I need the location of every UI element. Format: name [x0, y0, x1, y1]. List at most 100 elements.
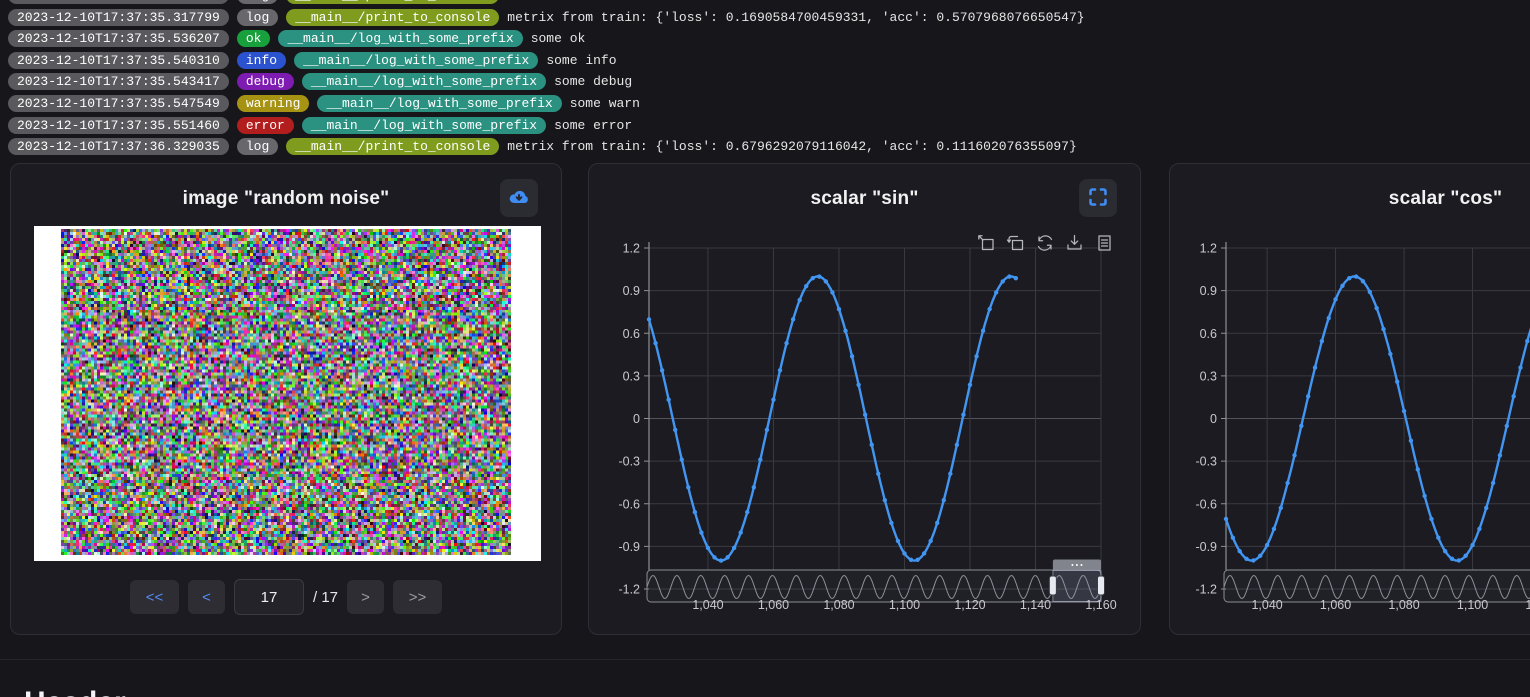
log-row: 2023-12-10T17:37:35.551460error__main__/… — [8, 117, 632, 134]
noise-image — [61, 229, 511, 555]
y-tick-label: 0.3 — [623, 369, 640, 383]
y-tick-label: 0 — [633, 412, 640, 426]
series-point — [1491, 481, 1495, 485]
last-page-button[interactable]: >> — [393, 580, 442, 614]
series-point — [1409, 439, 1413, 443]
series-point — [1251, 558, 1255, 562]
series-point — [666, 397, 670, 401]
series-point — [1306, 394, 1310, 398]
series-point — [1477, 527, 1481, 531]
series-point — [1224, 517, 1228, 521]
x-tick-label: 1,160 — [1085, 598, 1116, 612]
y-tick-label: 0.6 — [623, 327, 640, 341]
series-point — [653, 341, 657, 345]
save-image-icon[interactable] — [1068, 236, 1081, 250]
y-tick-label: 0 — [1210, 412, 1217, 426]
series-point — [1422, 494, 1426, 498]
series-point — [922, 551, 926, 555]
series-point — [1388, 352, 1392, 356]
page-root: 2023-12-10T17:37:35.317799 log __main__/pr… — [0, 0, 1530, 697]
x-tick-label: 1,040 — [1251, 598, 1282, 612]
log-row-clipped: 2023-12-10T17:37:35.317799log__main__/pr… — [8, 0, 499, 4]
series-point — [699, 530, 703, 534]
series-point — [942, 498, 946, 502]
x-tick-label: 1,120 — [954, 598, 985, 612]
series-point — [870, 443, 874, 447]
first-page-button[interactable]: << — [130, 580, 179, 614]
series-point — [1272, 527, 1276, 531]
series-point — [758, 457, 762, 461]
datazoom-handle-right[interactable] — [1098, 576, 1105, 595]
series-point — [909, 558, 913, 562]
series-point — [1279, 506, 1283, 510]
series-point — [1511, 394, 1515, 398]
cos-chart-panel: 1.20.90.60.30-0.3-0.6-0.9-1.21,0401,0601… — [1169, 163, 1530, 635]
level-badge: info — [237, 52, 286, 69]
cos-panel-title: scalar "cos" — [1170, 188, 1530, 210]
series-point — [1470, 543, 1474, 547]
zoom-select-icon[interactable] — [979, 236, 993, 250]
log-row: 2023-12-10T17:37:35.536207ok__main__/log… — [8, 30, 585, 47]
log-message: metrix from train: {'loss': 0.6796292079… — [507, 139, 1077, 154]
image-pager: << < / 17 > >> — [11, 579, 561, 615]
series-point — [1429, 517, 1433, 521]
series-point — [1265, 543, 1269, 547]
source-badge: __main__/print_to_console — [286, 0, 499, 4]
series-point — [752, 485, 756, 489]
source-badge: __main__/log_with_some_prefix — [302, 73, 546, 90]
series-point — [843, 329, 847, 333]
timestamp-badge: 2023-12-10T17:37:35.317799 — [8, 9, 229, 26]
next-page-button[interactable]: > — [347, 580, 384, 614]
log-message: some warn — [570, 96, 640, 111]
series-point — [1327, 316, 1331, 320]
series-point — [1014, 276, 1018, 280]
series-point — [1368, 290, 1372, 294]
series-point — [1525, 339, 1529, 343]
fullscreen-button[interactable] — [1079, 179, 1117, 217]
series-point — [1416, 467, 1420, 471]
series-point — [1299, 424, 1303, 428]
y-tick-label: 0.9 — [623, 284, 640, 298]
series-point — [1436, 535, 1440, 539]
series-point — [725, 555, 729, 559]
series-point — [1231, 535, 1235, 539]
y-tick-label: -0.3 — [618, 455, 640, 469]
timestamp-badge: 2023-12-10T17:37:35.540310 — [8, 52, 229, 69]
y-tick-label: -1.2 — [618, 583, 640, 597]
series-point — [1001, 279, 1005, 283]
fullscreen-icon — [1086, 185, 1110, 212]
x-tick-label: 1,060 — [1320, 598, 1351, 612]
level-badge: log — [237, 0, 278, 4]
series-point — [1402, 409, 1406, 413]
series-point — [1374, 306, 1378, 310]
timestamp-badge: 2023-12-10T17:37:35.547549 — [8, 95, 229, 112]
series-point — [928, 539, 932, 543]
series-point — [974, 354, 978, 358]
sin-chart-panel: 1.20.90.60.30-0.3-0.6-0.9-1.21,0401,0601… — [588, 163, 1141, 635]
datazoom-handle-left[interactable] — [1049, 576, 1056, 595]
page-input[interactable] — [234, 579, 304, 615]
datazoom-window[interactable] — [1053, 571, 1101, 602]
source-badge: __main__/log_with_some_prefix — [278, 30, 522, 47]
sin-chart: 1.20.90.60.30-0.3-0.6-0.9-1.21,0401,0601… — [589, 164, 1142, 636]
series-point — [948, 472, 952, 476]
series-point — [1244, 557, 1248, 561]
series-point — [1463, 554, 1467, 558]
series-point — [804, 284, 808, 288]
level-badge: error — [237, 117, 294, 134]
series-point — [981, 329, 985, 333]
series-point — [1320, 339, 1324, 343]
log-message: some ok — [531, 31, 586, 46]
log-row: 2023-12-10T17:37:35.317799log__main__/pr… — [8, 9, 1085, 26]
download-button[interactable] — [500, 179, 538, 217]
y-tick-label: 1.2 — [623, 242, 640, 256]
prev-page-button[interactable]: < — [188, 580, 225, 614]
series-point — [817, 274, 821, 278]
series-point — [1354, 274, 1358, 278]
datazoom-slider[interactable] — [1224, 560, 1530, 603]
x-tick-label: 1,080 — [1388, 598, 1419, 612]
series-point — [883, 498, 887, 502]
timestamp-badge: 2023-12-10T17:37:35.543417 — [8, 73, 229, 90]
y-axis: 1.20.90.60.30-0.3-0.6-0.9-1.2 — [618, 242, 649, 597]
series-point — [889, 521, 893, 525]
